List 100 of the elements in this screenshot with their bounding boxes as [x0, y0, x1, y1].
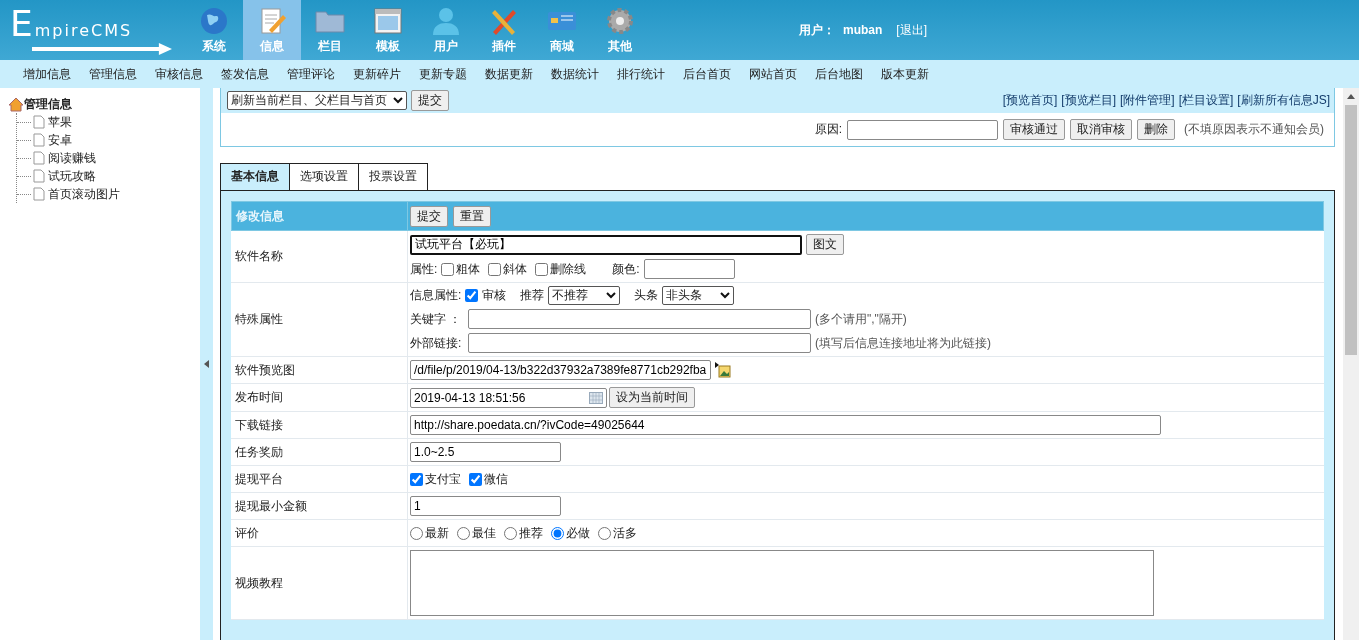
radio-button[interactable]: [410, 526, 423, 540]
field-label: 下载链接: [235, 416, 283, 434]
checkbox[interactable]: [441, 262, 455, 276]
scroll-up-icon[interactable]: [1347, 94, 1355, 99]
submenu-item[interactable]: 排行统计: [617, 65, 665, 83]
submenu-item[interactable]: 管理评论: [287, 65, 335, 83]
tree-item[interactable]: 安卓: [48, 131, 72, 149]
action-button[interactable]: 取消审核: [1070, 119, 1132, 140]
document-icon: [33, 169, 45, 183]
reason-hint: (不填原因表示不通知会员): [1184, 121, 1324, 138]
checkbox-label: 删除线: [550, 260, 587, 278]
checkbox[interactable]: [410, 472, 423, 486]
submenu-item[interactable]: 数据更新: [485, 65, 533, 83]
radio-button[interactable]: [457, 526, 470, 540]
submenu-item[interactable]: 后台地图: [815, 65, 863, 83]
action-button[interactable]: 删除: [1137, 119, 1175, 140]
image-icon[interactable]: [715, 362, 731, 378]
user-label: 用户：: [799, 21, 835, 39]
radio-button[interactable]: [598, 526, 611, 540]
field-label: 发布时间: [235, 389, 283, 406]
text-input[interactable]: 1.0~2.5: [410, 442, 561, 462]
collapse-arrow-icon[interactable]: [204, 360, 209, 368]
rich-text-button[interactable]: 图文: [806, 234, 844, 255]
tab[interactable]: 基本信息: [220, 163, 290, 190]
color-input[interactable]: [643, 259, 735, 279]
checkbox[interactable]: [465, 289, 479, 302]
keyword-input[interactable]: [468, 309, 811, 329]
checkbox[interactable]: [535, 262, 549, 276]
title-input[interactable]: 试玩平台【必玩】: [410, 234, 802, 255]
field-label: 视频教程: [235, 574, 283, 592]
text-area[interactable]: [410, 550, 1154, 616]
set-current-time-button[interactable]: 设为当前时间: [609, 387, 695, 408]
scrollbar[interactable]: [1343, 88, 1359, 640]
form-button[interactable]: 提交: [410, 205, 448, 227]
submenu-item[interactable]: 更新专题: [419, 65, 467, 83]
radio-label: 活多: [613, 524, 637, 542]
recommend-label: 推荐: [520, 287, 545, 304]
tree-item[interactable]: 首页滚动图片: [48, 185, 120, 203]
toolbar-link[interactable]: [预览栏目]: [1061, 92, 1116, 109]
radio-button[interactable]: [504, 526, 517, 540]
checkbox[interactable]: [469, 472, 482, 486]
caret-icon: [393, 97, 403, 104]
checkbox-label: 斜体: [503, 260, 528, 278]
external-link-label: 外部链接:: [410, 334, 463, 352]
info-attribute-label: 信息属性:: [410, 287, 462, 304]
radio-label: 最佳: [472, 524, 496, 542]
globe-icon: [199, 5, 229, 36]
tree-root-label[interactable]: 管理信息: [24, 96, 72, 113]
tree-item[interactable]: 苹果: [48, 113, 72, 131]
refresh-select[interactable]: 刷新当前栏目、父栏目与首页: [227, 91, 407, 110]
reason-label: 原因:: [814, 121, 842, 138]
caret-icon: [606, 292, 617, 299]
field-label: 特殊属性: [235, 311, 283, 328]
field-label: 提现平台: [235, 470, 283, 488]
tree-item[interactable]: 试玩攻略: [48, 167, 96, 185]
checkbox[interactable]: [488, 262, 502, 276]
submenu-item[interactable]: 审核信息: [155, 65, 203, 83]
window-icon: [373, 5, 403, 36]
nav-label: 信息: [260, 37, 284, 55]
image-path-input[interactable]: /d/file/p/2019/04-13/b322d37932a7389fe8771cb292fba: [410, 360, 711, 380]
checkbox-label: 审核: [482, 287, 507, 304]
attribute-label: 属性:: [410, 260, 438, 278]
submit-button[interactable]: 提交: [411, 90, 449, 111]
nav-label: 栏目: [318, 37, 342, 55]
date-input[interactable]: 2019-04-13 18:51:56: [410, 387, 607, 408]
toolbar-link[interactable]: [栏目设置]: [1178, 92, 1234, 109]
checkbox-label: 粗体: [456, 260, 481, 278]
submenu-item[interactable]: 网站首页: [749, 65, 797, 83]
document-icon: [33, 115, 45, 129]
tab[interactable]: 投票设置: [358, 163, 428, 190]
radio-label: 最新: [425, 524, 449, 542]
submenu-item[interactable]: 更新碎片: [353, 65, 401, 83]
field-label: 软件名称: [235, 248, 283, 265]
caret-icon: [720, 292, 731, 299]
toolbar-link[interactable]: [预览首页]: [1002, 92, 1058, 109]
document-icon: [33, 151, 45, 165]
submenu-item[interactable]: 后台首页: [683, 65, 731, 83]
submenu-item[interactable]: 版本更新: [881, 65, 929, 83]
document-icon: [33, 133, 45, 147]
external-link-hint: (填写后信息连接地址将为此链接): [815, 334, 991, 352]
recommend-select[interactable]: 不推荐: [548, 286, 621, 305]
external-link-input[interactable]: [468, 333, 811, 353]
form-button[interactable]: 重置: [453, 205, 491, 227]
submenu-item[interactable]: 增加信息: [23, 65, 71, 83]
submenu-item[interactable]: 签发信息: [221, 65, 269, 83]
scroll-thumb[interactable]: [1345, 105, 1357, 355]
nav-label: 商城: [550, 37, 574, 55]
action-button[interactable]: 审核通过: [1003, 119, 1065, 140]
text-input[interactable]: 1: [410, 496, 561, 516]
gear-icon: [605, 5, 635, 36]
headline-select[interactable]: 非头条: [662, 286, 735, 305]
submenu-item[interactable]: 管理信息: [89, 65, 137, 83]
tree-item[interactable]: 阅读赚钱: [48, 149, 96, 167]
text-input[interactable]: http://share.poedata.cn/?ivCode=49025644: [410, 415, 1161, 435]
toolbar-link[interactable]: [附件管理]: [1120, 92, 1175, 109]
radio-button[interactable]: [551, 526, 564, 540]
home-icon: [8, 97, 24, 112]
toolbar-link[interactable]: [刷新所有信息JS]: [1237, 92, 1330, 109]
reason-input[interactable]: [847, 119, 998, 140]
submenu-item[interactable]: 数据统计: [551, 65, 599, 83]
